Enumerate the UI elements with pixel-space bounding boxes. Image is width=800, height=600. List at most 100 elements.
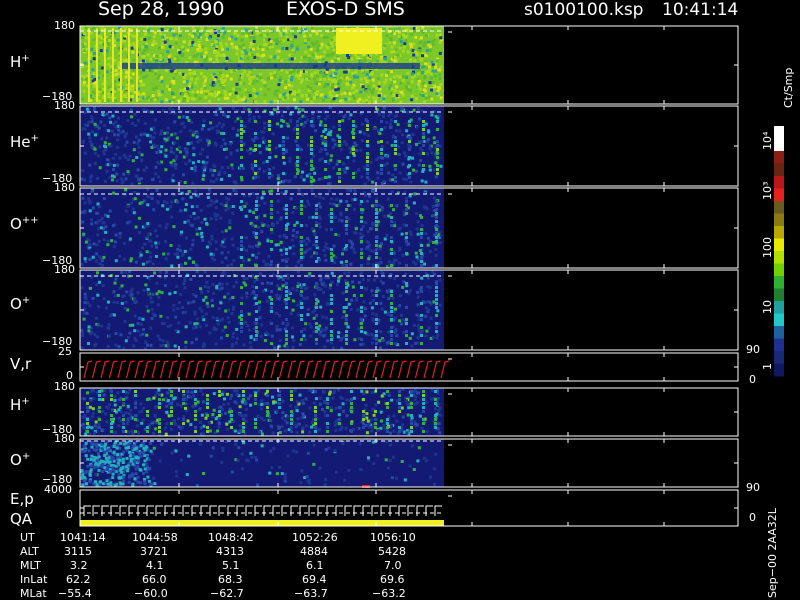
heatmap-band-cell bbox=[282, 180, 285, 183]
heatmap-band-cell bbox=[310, 144, 313, 147]
heatmap-cell bbox=[214, 247, 218, 251]
heatmap-cell bbox=[139, 133, 143, 137]
heatmap-cell bbox=[114, 240, 117, 244]
heatmap-band-cell bbox=[398, 406, 401, 409]
heatmap-cell bbox=[112, 290, 116, 294]
heatmap-cell bbox=[196, 400, 200, 404]
heatmap-cell bbox=[90, 218, 94, 222]
heatmap-cell bbox=[364, 307, 367, 311]
heatmap-cell bbox=[259, 33, 263, 37]
heatmap-cell bbox=[283, 476, 287, 480]
heatmap-cell bbox=[419, 58, 423, 62]
heatmap-cell bbox=[157, 241, 160, 245]
heatmap-band-cell bbox=[390, 342, 393, 345]
heatmap-cell bbox=[319, 46, 323, 50]
heatmap-cell bbox=[364, 193, 367, 197]
heatmap-cell bbox=[111, 156, 115, 160]
heatmap-cell bbox=[296, 282, 300, 286]
heatmap-cell bbox=[259, 323, 263, 327]
heatmap-cell bbox=[136, 431, 140, 435]
heatmap-cell bbox=[220, 282, 224, 286]
heatmap-band-cell bbox=[255, 232, 258, 235]
heatmap-band-cell bbox=[326, 402, 329, 405]
heatmap-cell bbox=[266, 87, 270, 91]
heatmap-cell bbox=[103, 389, 107, 393]
heatmap-cell bbox=[145, 305, 149, 309]
heatmap-band-cell bbox=[254, 132, 257, 135]
heatmap-band-cell bbox=[366, 176, 369, 179]
heatmap-cell bbox=[192, 300, 196, 304]
heatmap-band-cell bbox=[390, 302, 393, 305]
heatmap-band-cell bbox=[270, 260, 273, 263]
heatmap-band-cell bbox=[394, 136, 397, 139]
heatmap-cell bbox=[217, 97, 221, 101]
heatmap-cell bbox=[318, 402, 322, 406]
heatmap-cell bbox=[225, 282, 229, 286]
heatmap-cell bbox=[367, 84, 371, 88]
heatmap-band-cell bbox=[134, 406, 137, 409]
heatmap-cell bbox=[219, 83, 223, 87]
heatmap-cell bbox=[240, 50, 244, 54]
heatmap-band-cell bbox=[206, 406, 209, 409]
heatmap-cell bbox=[372, 84, 376, 88]
heatmap-band-cell bbox=[366, 124, 369, 127]
heatmap-band-cell bbox=[285, 208, 288, 211]
heatmap-band-cell bbox=[436, 144, 439, 147]
heatmap-cell bbox=[250, 163, 254, 166]
heatmap-cell bbox=[199, 53, 203, 56]
heatmap-cell bbox=[107, 129, 111, 133]
heatmap-cell bbox=[252, 87, 256, 91]
heatmap-cell bbox=[424, 334, 428, 338]
heatmap-cell bbox=[240, 38, 244, 42]
heatmap-cell bbox=[333, 261, 337, 265]
heatmap-cell bbox=[152, 208, 156, 212]
heatmap-cell bbox=[278, 40, 282, 44]
heatmap-band-cell bbox=[435, 330, 438, 333]
heatmap-cell bbox=[161, 35, 165, 39]
heatmap-band-cell bbox=[345, 200, 348, 203]
heatmap-cell bbox=[291, 238, 294, 242]
heatmap-band-cell bbox=[268, 120, 271, 123]
heatmap-band-cell bbox=[326, 422, 329, 425]
heatmap-band-cell bbox=[315, 314, 318, 317]
heatmap-band-cell bbox=[110, 414, 113, 417]
heatmap-cell bbox=[258, 271, 262, 275]
heatmap-cell bbox=[175, 136, 179, 140]
heatmap-cell bbox=[210, 126, 214, 130]
heatmap-band-cell bbox=[314, 430, 317, 433]
heatmap-cell bbox=[193, 217, 197, 221]
heatmap-cell bbox=[219, 54, 223, 58]
heatmap-band-cell bbox=[360, 200, 363, 203]
heatmap-cell bbox=[235, 337, 239, 341]
heatmap-cell bbox=[171, 179, 175, 183]
heatmap-cell bbox=[156, 334, 160, 338]
heatmap-cell bbox=[437, 409, 441, 412]
heatmap-cell bbox=[260, 432, 264, 436]
heatmap-cell bbox=[170, 133, 174, 137]
heatmap-cell bbox=[192, 153, 196, 157]
heatmap-cell bbox=[243, 49, 247, 53]
heatmap-cell bbox=[275, 409, 279, 413]
heatmap-cell bbox=[131, 50, 135, 54]
heatmap-cell bbox=[99, 49, 103, 53]
heatmap-cell bbox=[224, 204, 228, 208]
heatmap-band-cell bbox=[422, 132, 425, 135]
heatmap-cell bbox=[160, 100, 164, 104]
heatmap-cell bbox=[295, 47, 299, 51]
heatmap-cell bbox=[148, 36, 152, 40]
heatmap-cell bbox=[372, 413, 376, 417]
heatmap-cell bbox=[114, 332, 118, 335]
heatmap-cell bbox=[210, 234, 214, 238]
heatmap-band-cell bbox=[285, 228, 288, 231]
heatmap-cell bbox=[274, 243, 278, 247]
heatmap-cell bbox=[160, 75, 164, 79]
heatmap-cell bbox=[181, 52, 185, 56]
heatmap-cell bbox=[233, 429, 237, 433]
heatmap-cell bbox=[371, 341, 374, 345]
heatmap-cell bbox=[330, 280, 334, 284]
heatmap-cell bbox=[199, 209, 203, 212]
heatmap-cell bbox=[81, 331, 85, 335]
heatmap-cell bbox=[332, 202, 336, 206]
heatmap-cell bbox=[197, 160, 201, 163]
heatmap-cell bbox=[309, 334, 313, 338]
